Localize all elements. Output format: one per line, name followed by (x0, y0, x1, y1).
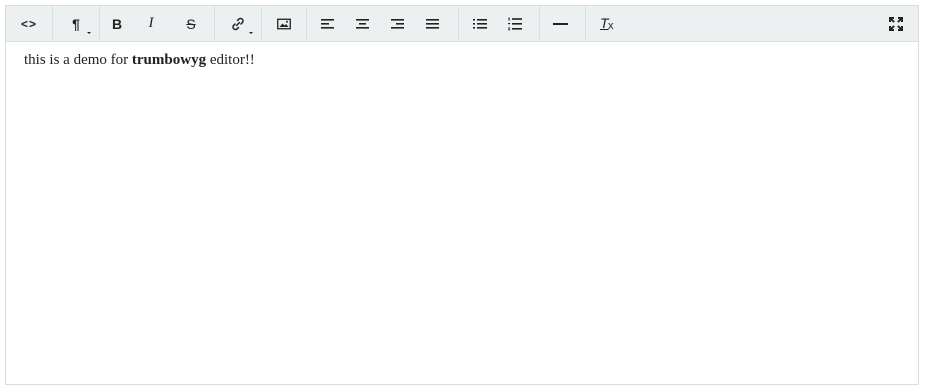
horizontal-rule-button[interactable] (544, 6, 578, 41)
insert-image-button[interactable] (262, 6, 306, 41)
content-text: this is a demo for (24, 52, 132, 68)
dropdown-caret-icon (249, 32, 253, 34)
ordered-list-button[interactable] (498, 6, 532, 41)
dropdown-caret-icon (87, 32, 91, 34)
strikethrough-icon: S (186, 15, 196, 32)
bullet-list-icon (473, 18, 487, 29)
editor-content-area[interactable]: this is a demo for trumbowyg editor!! (24, 52, 255, 69)
italic-button[interactable]: I (134, 6, 168, 41)
bold-icon: B (111, 15, 123, 32)
justify-left-button[interactable] (311, 6, 345, 41)
wysiwyg-editor: <> ¶ B I S T x this is a demo for trumbo… (5, 5, 919, 385)
align-right-icon (391, 18, 404, 29)
justify-right-button[interactable] (381, 6, 415, 41)
remove-format-button[interactable]: T x (586, 6, 630, 41)
fullscreen-icon (889, 16, 903, 31)
link-dropdown-button[interactable] (215, 6, 261, 41)
view-html-icon: <> (20, 16, 37, 31)
italic-icon: I (148, 15, 154, 31)
view-html-button[interactable]: <> (6, 6, 52, 41)
justify-full-button[interactable] (416, 6, 450, 41)
align-justify-icon (426, 18, 439, 29)
paragraph-icon: ¶ (72, 15, 80, 32)
content-bold-text: trumbowyg (131, 52, 207, 68)
strikethrough-button[interactable]: S (168, 6, 214, 41)
image-icon (277, 18, 291, 29)
content-text-end: editor!! (206, 52, 255, 68)
numbered-list-icon (508, 17, 522, 30)
link-icon (232, 17, 244, 30)
formatting-dropdown-button[interactable]: ¶ (53, 6, 99, 41)
unordered-list-button[interactable] (463, 6, 497, 41)
fullscreen-button[interactable] (878, 6, 914, 41)
horizontal-rule-icon (553, 22, 568, 25)
editor-toolbar: <> ¶ B I S T x (6, 6, 918, 42)
align-left-icon (321, 18, 334, 29)
align-center-icon (356, 18, 369, 29)
justify-center-button[interactable] (346, 6, 380, 41)
bold-button[interactable]: B (100, 6, 134, 41)
remove-format-icon: T x (600, 14, 614, 32)
